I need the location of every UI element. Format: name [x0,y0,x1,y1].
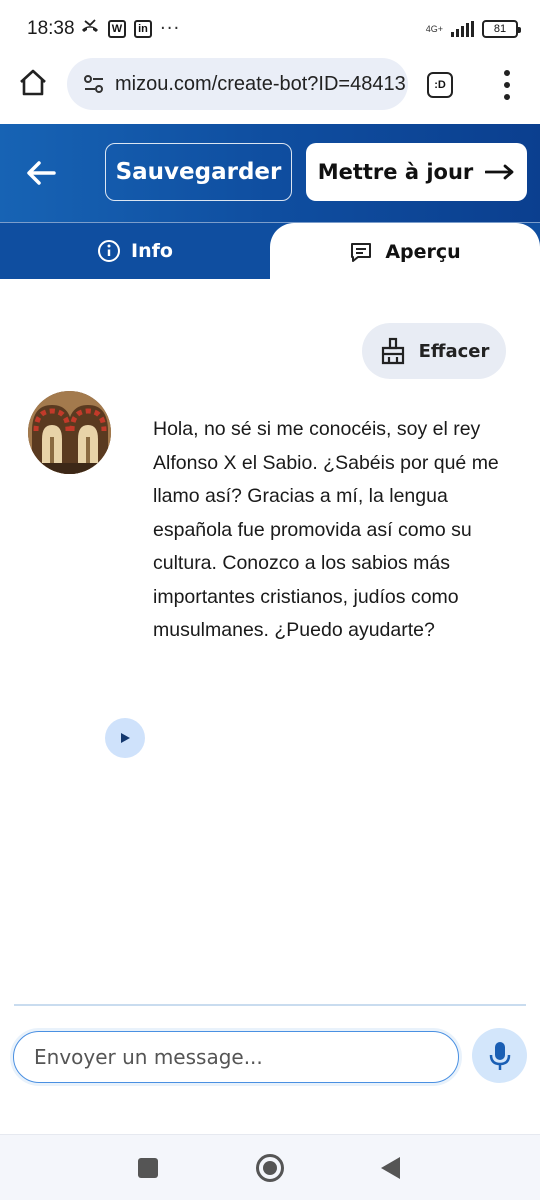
back-nav-icon[interactable] [378,1155,404,1181]
arrow-right-icon [485,164,514,180]
url-bar[interactable]: mizou.com/create-bot?ID=48413 [67,58,408,110]
mic-icon [489,1041,510,1070]
status-bar: 18:38 W in ··· 4G+ 81 [0,0,540,58]
system-nav-bar [0,1134,540,1200]
missed-call-icon [80,18,100,39]
bot-avatar [28,391,111,474]
broom-icon [381,337,404,365]
tab-switcher-button[interactable]: :D [427,72,453,98]
status-notifications: W in ··· [80,18,180,39]
bot-message: Hola, no sé si me conocéis, soy el rey A… [153,418,499,641]
word-app-icon: W [108,19,126,38]
composer-divider [14,1004,526,1006]
message-input[interactable] [13,1031,459,1083]
save-button[interactable]: Sauvegarder [105,143,292,201]
clear-button-label: Effacer [418,340,490,362]
play-audio-button[interactable] [105,718,145,758]
app-header: Sauvegarder Mettre à jour [0,124,540,222]
update-button-label: Mettre à jour [317,160,474,184]
status-system: 4G+ 81 [425,20,521,38]
home-nav-icon[interactable] [255,1153,285,1183]
tab-bar: Info Aperçu [0,222,540,280]
browser-toolbar: mizou.com/create-bot?ID=48413 :D [0,58,540,124]
back-arrow-icon[interactable] [24,158,58,188]
tab-preview-label: Aperçu [385,240,461,263]
mic-button[interactable] [472,1028,527,1083]
url-text: mizou.com/create-bot?ID=48413 [115,72,406,95]
info-icon [98,240,121,262]
home-icon[interactable] [18,68,48,98]
recents-icon[interactable] [135,1155,161,1181]
tab-info[interactable]: Info [0,223,270,279]
status-time: 18:38 [27,18,75,39]
signal-icon [451,21,474,37]
clear-button[interactable]: Effacer [362,323,506,379]
more-notifications-icon: ··· [160,18,181,39]
network-type: 4G+ [425,23,443,34]
update-button[interactable]: Mettre à jour [306,143,527,201]
browser-menu-icon[interactable] [498,70,516,100]
play-icon [121,733,130,743]
linkedin-app-icon: in [134,19,152,38]
chat-area: Effacer Hola, no sé si me conocéis, soy … [0,279,540,1004]
tab-preview[interactable]: Aperçu [270,223,540,280]
battery-icon: 81 [482,20,521,38]
chat-bubble-icon [351,242,372,262]
site-settings-icon[interactable] [83,73,105,95]
tab-info-label: Info [131,240,173,262]
